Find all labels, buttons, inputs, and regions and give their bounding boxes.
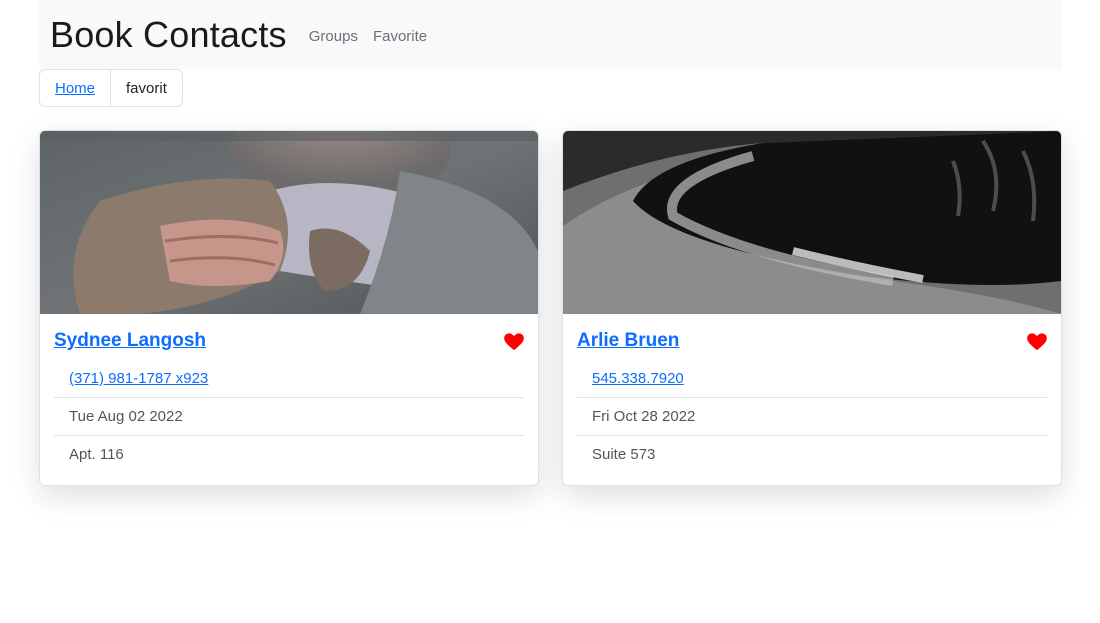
contact-name-link[interactable]: Sydnee Langosh bbox=[54, 330, 206, 352]
breadcrumb: Home favorit bbox=[39, 69, 183, 107]
contact-details-list: (371) 981-1787 x923 Tue Aug 02 2022 Apt.… bbox=[54, 360, 524, 473]
breadcrumb-item-home: Home bbox=[40, 70, 110, 106]
contact-photo bbox=[563, 131, 1061, 314]
contact-address: Apt. 116 bbox=[69, 446, 124, 463]
list-item: Apt. 116 bbox=[54, 435, 524, 473]
contact-date: Fri Oct 28 2022 bbox=[592, 408, 696, 425]
contact-name-link[interactable]: Arlie Bruen bbox=[577, 330, 679, 352]
list-item: (371) 981-1787 x923 bbox=[54, 360, 524, 397]
nav-links: Groups Favorite bbox=[309, 28, 442, 45]
phone-link[interactable]: 545.338.7920 bbox=[592, 370, 684, 387]
nav-link-favorite[interactable]: Favorite bbox=[373, 28, 427, 45]
phone-link[interactable]: (371) 981-1787 x923 bbox=[69, 370, 208, 387]
contact-card: Sydnee Langosh (371) 981-1787 x923 Tue A… bbox=[39, 130, 539, 486]
contact-photo bbox=[40, 131, 538, 314]
contact-details-list: 545.338.7920 Fri Oct 28 2022 Suite 573 bbox=[577, 360, 1047, 473]
breadcrumb-home-link[interactable]: Home bbox=[55, 80, 95, 97]
contact-address: Suite 573 bbox=[592, 446, 656, 463]
list-item: 545.338.7920 bbox=[577, 360, 1047, 397]
list-item: Tue Aug 02 2022 bbox=[54, 397, 524, 435]
navbar: Book Contacts Groups Favorite bbox=[39, 0, 1062, 69]
breadcrumb-current-label: favorit bbox=[126, 79, 167, 97]
nav-link-groups[interactable]: Groups bbox=[309, 28, 358, 45]
heart-icon[interactable] bbox=[1027, 333, 1047, 351]
heart-icon[interactable] bbox=[504, 333, 524, 351]
breadcrumb-item-current: favorit bbox=[110, 70, 182, 106]
list-item: Fri Oct 28 2022 bbox=[577, 397, 1047, 435]
contact-card: Arlie Bruen 545.338.7920 Fri Oct 28 2022… bbox=[562, 130, 1062, 486]
contact-date: Tue Aug 02 2022 bbox=[69, 408, 183, 425]
list-item: Suite 573 bbox=[577, 435, 1047, 473]
brand-link[interactable]: Book Contacts bbox=[50, 14, 287, 56]
